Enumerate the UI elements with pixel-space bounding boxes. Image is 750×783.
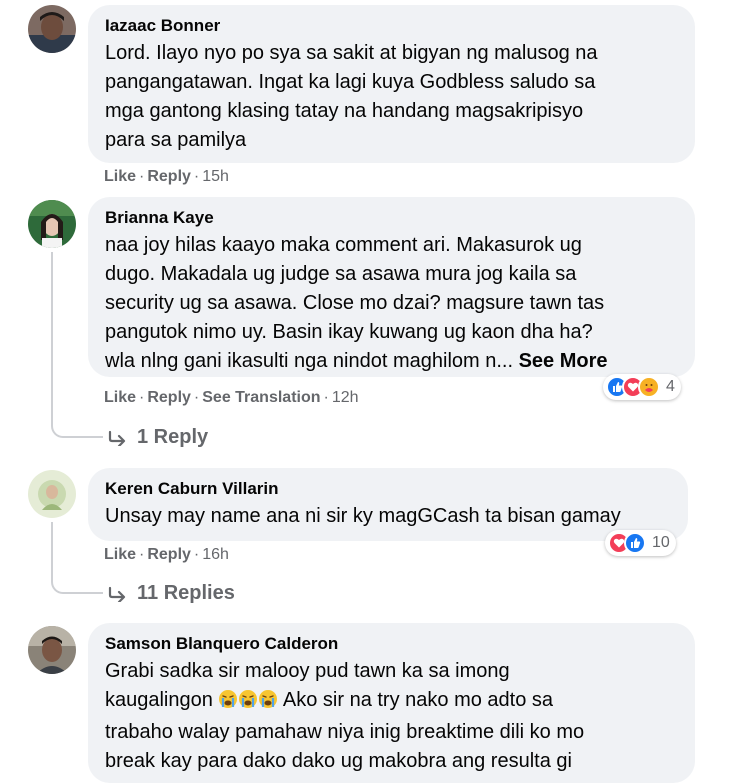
see-translation-button[interactable]: See Translation [202, 389, 320, 406]
comment-timestamp[interactable]: 15h [202, 168, 229, 185]
comment-text-line: pangangatawan. Ingat ka lagi kuya Godble… [105, 71, 596, 93]
comment-text-line: Lord. Ilayo nyo po sya sa sakit at bigya… [105, 42, 598, 64]
comment-text-line: naa joy hilas kaayo maka comment ari. Ma… [105, 234, 582, 256]
comment-text-segment: kaugalingon [105, 689, 213, 711]
avatar[interactable] [28, 200, 76, 248]
comment-text-segment: Ako sir na try nako mo adto sa [278, 689, 554, 711]
comment-bubble: Samson Blanquero Calderon Grabi sadka si… [88, 623, 695, 783]
comment-text-line: pangutok nimo uy. Basin ikay kuwang ug k… [105, 321, 593, 343]
reply-arrow-icon [108, 586, 126, 604]
view-replies-link[interactable]: 1 Reply [107, 425, 208, 449]
reaction-count: 4 [666, 378, 675, 395]
comment-text-line: wla nlng gani ikasulti nga nindot maghil… [105, 347, 679, 376]
replies-count-label: 11 Replies [137, 582, 235, 604]
comment-bubble: Iazaac Bonner Lord. Ilayo nyo po sya sa … [88, 5, 695, 163]
care-icon [638, 376, 660, 398]
crying-face-icon [218, 689, 238, 718]
comment-author[interactable]: Samson Blanquero Calderon [105, 633, 679, 655]
thread-line [51, 252, 53, 422]
comment-author[interactable]: Keren Caburn Villarin [105, 478, 672, 500]
comment-text-line: trabaho walay pamahaw niya inig breaktim… [105, 721, 585, 743]
reactions-summary[interactable]: 4 [603, 374, 681, 400]
comment-text-line: Unsay may name ana ni sir ky magGCash ta… [105, 505, 621, 527]
comment-text-line: mga gantong klasing tatay na handang mag… [105, 100, 584, 122]
comment-actions: Like · Reply · 16h [104, 546, 229, 563]
comment-author[interactable]: Iazaac Bonner [105, 15, 679, 37]
comment-bubble: Brianna Kaye naa joy hilas kaayo maka co… [88, 197, 695, 377]
reply-button[interactable]: Reply [147, 389, 191, 406]
comment-text-line: Grabi sadka sir malooy pud tawn ka sa im… [105, 660, 510, 682]
comment-timestamp[interactable]: 12h [332, 389, 359, 406]
comment-text-line: dugo. Makadala ug judge sa asawa mura jo… [105, 263, 577, 285]
replies-count-label: 1 Reply [137, 426, 209, 448]
comment-actions: Like · Reply · See Translation · 12h [104, 389, 359, 406]
reply-arrow-icon [108, 430, 126, 448]
reply-button[interactable]: Reply [147, 168, 191, 185]
see-more-link[interactable]: See More [519, 350, 608, 372]
comment-author[interactable]: Brianna Kaye [105, 207, 679, 229]
thread-connector [51, 566, 103, 594]
like-icon [624, 532, 646, 554]
comment-text-line: kaugalingon Ako sir na try nako mo adto … [105, 686, 679, 718]
comment-bubble: Keren Caburn Villarin Unsay may name ana… [88, 468, 688, 541]
reactions-summary[interactable]: 10 [605, 530, 676, 556]
comment-actions: Like · Reply · 15h [104, 168, 229, 185]
like-button[interactable]: Like [104, 546, 136, 563]
crying-face-icon [258, 689, 278, 718]
avatar[interactable] [28, 626, 76, 674]
view-replies-link[interactable]: 11 Replies [107, 581, 235, 605]
crying-face-icon [238, 689, 258, 718]
comment-text-line: security ug sa asawa. Close mo dzai? mag… [105, 292, 605, 314]
comment-text-truncated: wla nlng gani ikasulti nga nindot maghil… [105, 350, 514, 372]
reaction-count: 10 [652, 534, 670, 551]
like-button[interactable]: Like [104, 168, 136, 185]
like-button[interactable]: Like [104, 389, 136, 406]
avatar[interactable] [28, 470, 76, 518]
thread-connector [51, 410, 103, 438]
reply-button[interactable]: Reply [147, 546, 191, 563]
avatar[interactable] [28, 5, 76, 53]
comment-timestamp[interactable]: 16h [202, 546, 229, 563]
comment-text-line: para sa pamilya [105, 129, 247, 151]
